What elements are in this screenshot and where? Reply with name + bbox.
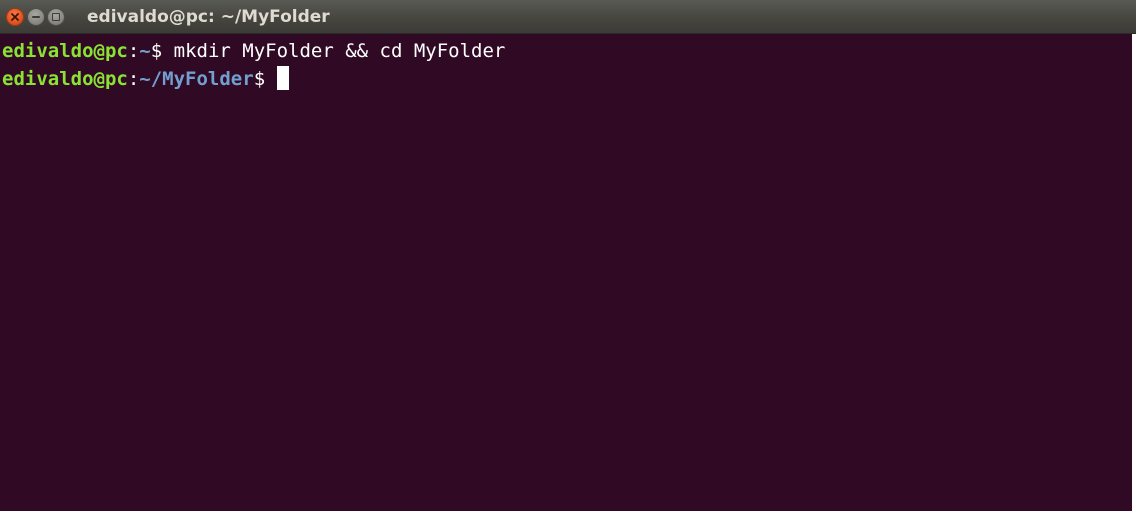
close-button[interactable] bbox=[6, 8, 24, 26]
minimize-icon bbox=[32, 16, 40, 18]
terminal-output[interactable]: edivaldo@pc:~$ mkdir MyFolder && cd MyFo… bbox=[0, 34, 1136, 511]
maximize-icon bbox=[52, 13, 60, 21]
prompt-user-host: edivaldo@pc bbox=[2, 40, 128, 62]
prompt-colon: : bbox=[127, 40, 140, 62]
window-title: edivaldo@pc: ~/MyFolder bbox=[87, 7, 330, 27]
prompt-symbol: $ bbox=[150, 40, 174, 62]
command-text: mkdir MyFolder && cd MyFolder bbox=[173, 40, 506, 62]
text-cursor bbox=[276, 66, 289, 90]
window-edge bbox=[1132, 34, 1136, 511]
title-bar[interactable]: edivaldo@pc: ~/MyFolder bbox=[0, 0, 1136, 34]
terminal-line: edivaldo@pc:~$ mkdir MyFolder && cd MyFo… bbox=[2, 37, 1136, 65]
terminal-window: edivaldo@pc: ~/MyFolder edivaldo@pc:~$ m… bbox=[0, 0, 1136, 511]
minimize-button[interactable] bbox=[27, 8, 45, 26]
prompt-user-host: edivaldo@pc bbox=[2, 68, 128, 90]
prompt-colon: : bbox=[127, 68, 140, 90]
prompt-path: ~/MyFolder bbox=[139, 68, 254, 90]
terminal-line: edivaldo@pc:~/MyFolder$ bbox=[2, 65, 1136, 93]
close-icon bbox=[11, 13, 19, 21]
prompt-path: ~ bbox=[139, 40, 151, 62]
maximize-button[interactable] bbox=[47, 8, 65, 26]
prompt-symbol: $ bbox=[253, 68, 277, 90]
